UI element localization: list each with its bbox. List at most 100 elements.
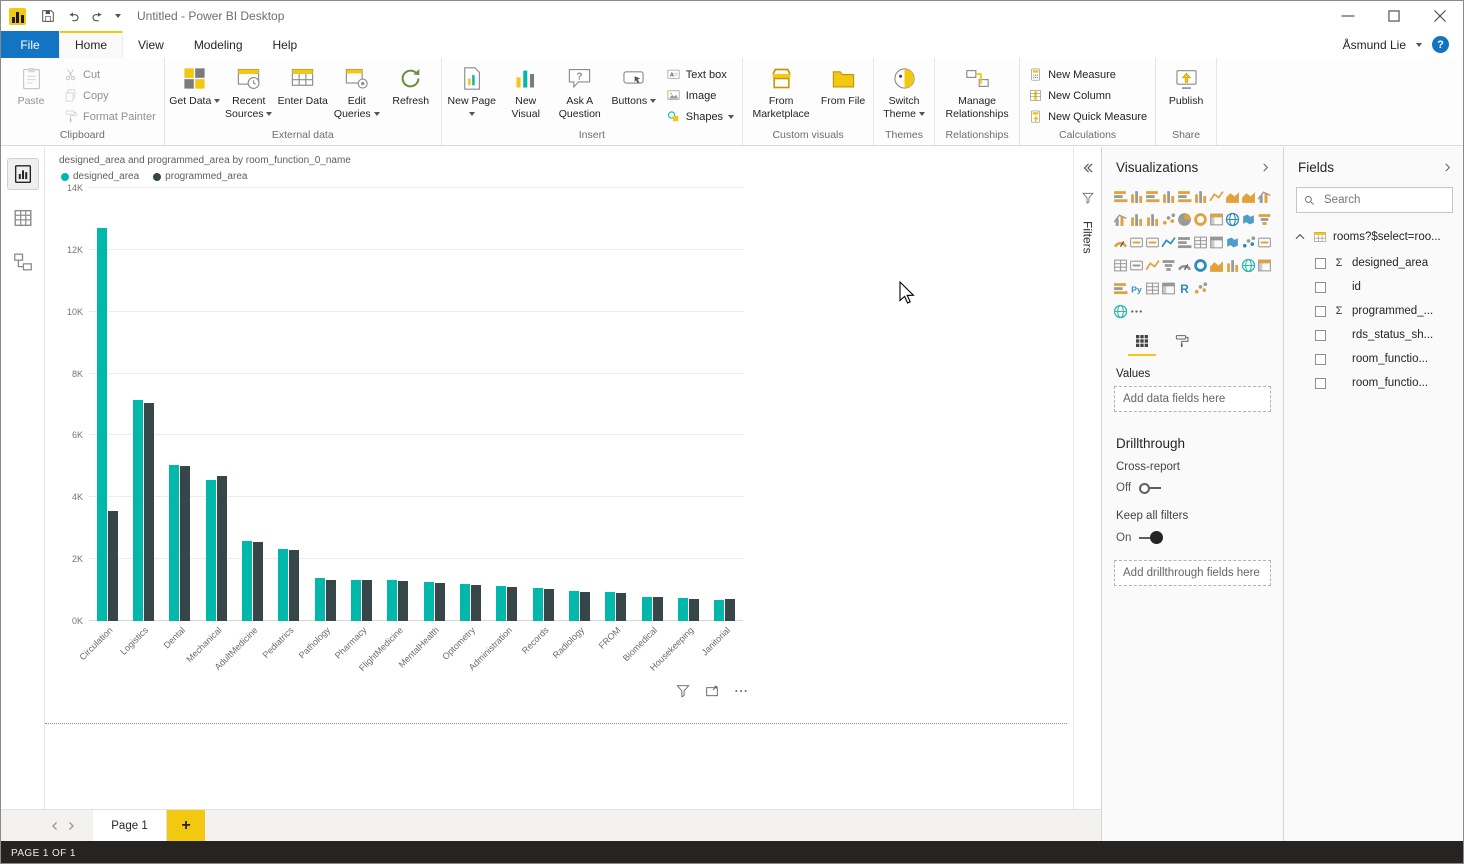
donut-chart-visual-icon[interactable] <box>1193 212 1208 227</box>
arcgis-map-visual-icon[interactable] <box>1113 304 1128 319</box>
bar[interactable] <box>253 542 263 621</box>
field-checkbox[interactable] <box>1315 282 1326 293</box>
copy-button[interactable]: Copy <box>63 88 156 103</box>
fields-search-input[interactable] <box>1322 193 1464 207</box>
slicer-2-visual-icon[interactable] <box>1113 281 1128 296</box>
column-2-visual-icon[interactable] <box>1225 258 1240 273</box>
bar[interactable] <box>544 589 554 621</box>
new-page-tab-button[interactable]: + <box>167 810 205 841</box>
bar[interactable] <box>653 597 663 621</box>
close-button[interactable] <box>1417 1 1463 31</box>
field-item[interactable]: Σdesigned_area <box>1284 251 1464 275</box>
get-data-button[interactable]: Get Data <box>168 58 222 109</box>
recent-sources-button[interactable]: Recent Sources <box>222 58 276 121</box>
field-checkbox[interactable] <box>1315 330 1326 341</box>
new-page-button[interactable]: New Page <box>445 58 499 121</box>
collapse-visualizations-icon[interactable] <box>1260 162 1271 173</box>
signed-in-user[interactable]: Åsmund Lie <box>1343 38 1406 52</box>
bar[interactable] <box>144 403 154 621</box>
data-view-button[interactable] <box>8 203 38 233</box>
pie-chart-visual-icon[interactable] <box>1177 212 1192 227</box>
add-data-fields-dropzone[interactable]: Add data fields here <box>1114 386 1271 412</box>
paste-button[interactable]: Paste <box>4 58 58 109</box>
new-measure-button[interactable]: New Measure <box>1028 67 1147 82</box>
bar[interactable] <box>689 599 699 621</box>
line-chart-visual-icon[interactable] <box>1209 189 1224 204</box>
shapes-button[interactable]: Shapes <box>666 109 734 124</box>
table-2-visual-icon[interactable] <box>1145 281 1160 296</box>
ask-a-question-button[interactable]: ?Ask A Question <box>553 58 607 121</box>
bar[interactable] <box>206 480 216 621</box>
buttons-button[interactable]: Buttons <box>607 58 661 109</box>
report-canvas[interactable]: designed_area and programmed_area by roo… <box>45 147 1073 809</box>
bar[interactable] <box>242 541 252 621</box>
area-chart-visual-icon[interactable] <box>1225 189 1240 204</box>
funnel-visual-icon[interactable] <box>1257 212 1272 227</box>
bar[interactable] <box>362 580 372 621</box>
minimize-button[interactable] <box>1325 1 1371 31</box>
add-drillthrough-fields-dropzone[interactable]: Add drillthrough fields here <box>1114 560 1271 586</box>
tab-help[interactable]: Help <box>258 31 313 58</box>
donut-2-visual-icon[interactable] <box>1193 258 1208 273</box>
previous-page-icon[interactable] <box>47 810 63 842</box>
bar[interactable] <box>533 588 543 621</box>
text-box-button[interactable]: AText box <box>666 67 734 82</box>
collapse-table-icon[interactable] <box>1293 230 1307 244</box>
bar[interactable] <box>580 592 590 621</box>
matrix-3-visual-icon[interactable] <box>1161 281 1176 296</box>
waterfall-visual-icon[interactable] <box>1145 212 1160 227</box>
map-2-visual-icon[interactable] <box>1241 258 1256 273</box>
focus-mode-icon[interactable] <box>704 683 720 699</box>
bar[interactable] <box>605 592 615 621</box>
tab-view[interactable]: View <box>123 31 179 58</box>
map-visual-icon[interactable] <box>1225 212 1240 227</box>
clustered-bar-visual-icon[interactable] <box>1145 189 1160 204</box>
field-item[interactable]: Σprogrammed_... <box>1284 299 1464 323</box>
scatter-2-visual-icon[interactable] <box>1193 281 1208 296</box>
cross-report-toggle[interactable] <box>1139 483 1161 494</box>
maximize-button[interactable] <box>1371 1 1417 31</box>
publish-button[interactable]: Publish <box>1159 58 1213 109</box>
bar[interactable] <box>714 600 724 621</box>
gauge-visual-icon[interactable] <box>1113 235 1128 250</box>
field-checkbox[interactable] <box>1315 258 1326 269</box>
switch-theme-button[interactable]: Switch Theme <box>877 58 931 121</box>
bar[interactable] <box>471 585 481 621</box>
field-item[interactable]: room_functio... <box>1284 371 1464 395</box>
next-page-icon[interactable] <box>63 810 79 842</box>
image-button[interactable]: Image <box>666 88 734 103</box>
stacked-column-visual-icon[interactable] <box>1129 189 1144 204</box>
enter-data-button[interactable]: Enter Data <box>276 58 330 109</box>
table-node[interactable]: rooms?$select=roo... <box>1284 223 1464 251</box>
keep-all-filters-toggle[interactable] <box>1139 531 1163 544</box>
more-visuals-visual-icon[interactable] <box>1129 304 1144 319</box>
shape-map-visual-icon[interactable] <box>1225 235 1240 250</box>
bar[interactable] <box>460 584 470 621</box>
new-column-button[interactable]: New Column <box>1028 88 1147 103</box>
bar[interactable] <box>351 580 361 621</box>
manage-relationships-button[interactable]: Manage Relationships <box>938 58 1016 121</box>
quick-access-dropdown-icon[interactable] <box>115 14 121 18</box>
expand-filters-icon[interactable] <box>1081 161 1095 175</box>
ribbon-chart-visual-icon[interactable] <box>1129 212 1144 227</box>
filters-pane-label[interactable]: Filters <box>1081 221 1095 254</box>
bar[interactable] <box>725 599 735 621</box>
model-view-button[interactable] <box>8 247 38 277</box>
matrix-visual-icon[interactable] <box>1209 235 1224 250</box>
from-marketplace-button[interactable]: From Marketplace <box>746 58 816 121</box>
bar[interactable] <box>507 587 517 621</box>
stacked-area-visual-icon[interactable] <box>1241 189 1256 204</box>
new-quick-measure-button[interactable]: New Quick Measure <box>1028 109 1147 124</box>
stacked-bar-visual-icon[interactable] <box>1113 189 1128 204</box>
more-options-icon[interactable] <box>733 683 749 699</box>
clustered-column-visual-icon[interactable] <box>1161 189 1176 204</box>
tab-file[interactable]: File <box>1 31 59 58</box>
undo-icon[interactable] <box>65 8 81 24</box>
kpi-visual-icon[interactable] <box>1161 235 1176 250</box>
bar[interactable] <box>678 598 688 621</box>
bar[interactable] <box>424 582 434 621</box>
table-visual-icon[interactable] <box>1193 235 1208 250</box>
multi-row-card-visual-icon[interactable] <box>1145 235 1160 250</box>
report-view-button[interactable] <box>8 159 38 189</box>
bar[interactable] <box>435 583 445 621</box>
